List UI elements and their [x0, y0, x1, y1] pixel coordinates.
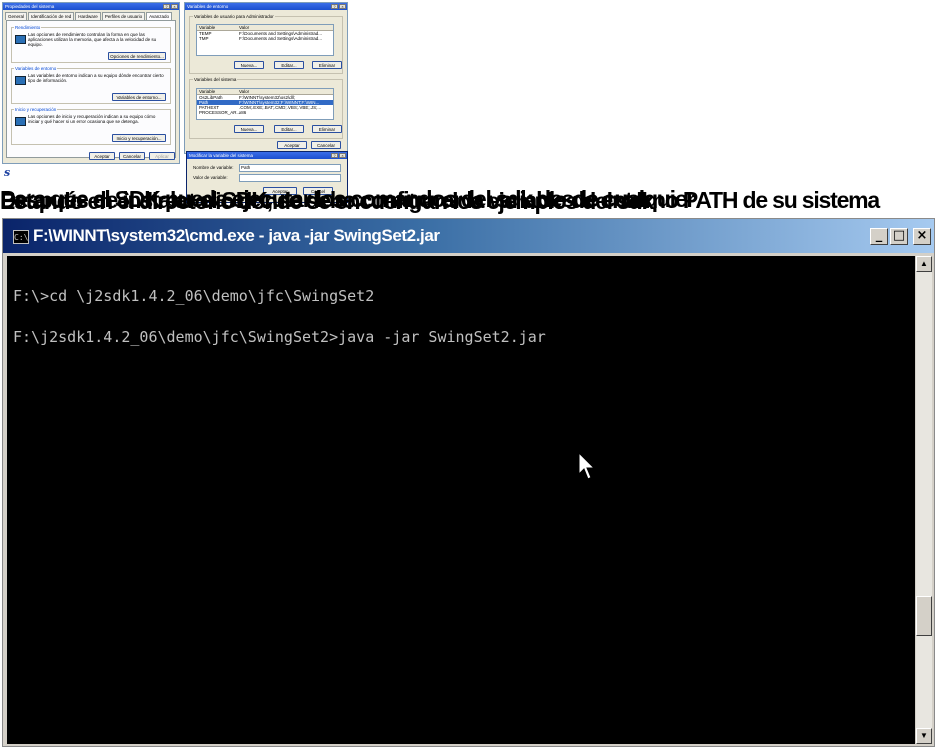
environment-variables-description: Las variables de entorno indican a su eq…	[28, 73, 164, 83]
console-line-cd: F:\>cd \j2sdk1.4.2_06\demo\jfc\SwingSet2	[13, 287, 375, 305]
window-controls: _ □ ×	[870, 228, 931, 245]
monitor-icon	[15, 117, 26, 126]
variable-name-row: Nombre de variable: Path	[193, 163, 341, 172]
variable-name-label: Nombre de variable:	[193, 165, 234, 170]
tab-advanced[interactable]: Avanzado	[146, 12, 173, 20]
tab-hardware[interactable]: Hardware	[75, 12, 101, 20]
system-edit-button[interactable]: Editar...	[274, 125, 304, 133]
list-item[interactable]: PROCESSOR_AR... x86	[197, 110, 333, 115]
console-line-java: F:\j2sdk1.4.2_06\demo\jfc\SwingSet2>java…	[13, 328, 546, 346]
user-variables-list[interactable]: Variable Valor TEMP F:\Documents and Set…	[196, 24, 334, 56]
variable-name: PROCESSOR_AR...	[199, 110, 241, 115]
advanced-tab-panel: Rendimiento Las opciones de rendimiento …	[6, 20, 176, 158]
environment-variables-titlebar: Variables de entorno ? ×	[185, 3, 347, 10]
user-new-button[interactable]: Nueva...	[234, 61, 264, 69]
performance-description: Las opciones de rendimiento controlan la…	[28, 32, 157, 47]
variable-name: TMP	[199, 36, 209, 41]
help-icon[interactable]: ?	[331, 153, 338, 158]
environment-variables-group: Variables de entorno Las variables de en…	[11, 66, 171, 104]
column-variable: Variable	[199, 89, 216, 94]
performance-group-title: Rendimiento	[14, 25, 42, 30]
vertical-scrollbar[interactable]: ▲ ▼	[916, 256, 932, 744]
cmd-window: C:\ F:\WINNT\system32\cmd.exe - java -ja…	[2, 218, 935, 747]
variable-value-field[interactable]: F:\system32\Wbem;F:\j2sdk1.4.2_06\bin	[239, 173, 341, 182]
modify-variable-title: Modificar la variable del sistema	[189, 153, 254, 158]
startup-recovery-group: Inicio y recuperación Las opciones de in…	[11, 107, 171, 145]
maximize-icon[interactable]: □	[890, 228, 908, 245]
user-variables-title: Variables de usuario para Administrador	[193, 14, 275, 19]
user-delete-button[interactable]: Eliminar	[312, 61, 342, 69]
close-icon[interactable]: ×	[171, 4, 178, 9]
mouse-pointer-icon	[578, 452, 596, 480]
close-icon[interactable]: ×	[339, 4, 346, 9]
environment-variables-group-title: Variables de entorno	[14, 66, 58, 71]
dialogs-screenshot: Propiedades del sistema ? × General Iden…	[0, 0, 370, 203]
variable-value: F:\Documents and Settings\Administrad...	[239, 36, 323, 41]
variable-value-label: Valor de variable:	[193, 175, 228, 180]
variable-value-row: Valor de variable: F:\system32\Wbem;F:\j…	[193, 173, 341, 182]
console-output[interactable]: F:\>cd \j2sdk1.4.2_06\demo\jfc\SwingSet2…	[7, 256, 915, 744]
monitor-icon	[15, 35, 26, 44]
caption-line-3: Estando en el directorio donde se encuen…	[0, 188, 654, 214]
scroll-thumb[interactable]	[916, 596, 932, 636]
startup-recovery-button[interactable]: Inicio y recuperación...	[112, 134, 166, 142]
system-new-button[interactable]: Nueva...	[234, 125, 264, 133]
column-value: Valor	[239, 25, 250, 30]
system-properties-dialog: Propiedades del sistema ? × General Iden…	[2, 2, 180, 164]
column-value: Valor	[239, 89, 250, 94]
startup-recovery-group-title: Inicio y recuperación	[14, 107, 58, 112]
list-item[interactable]: TMP F:\Documents and Settings\Administra…	[197, 36, 333, 41]
environment-variables-button[interactable]: Variables de entorno...	[112, 93, 166, 101]
console-icon[interactable]: C:\	[13, 230, 29, 244]
env-cancel-button[interactable]: Cancelar	[311, 141, 341, 149]
scroll-up-icon[interactable]: ▲	[916, 256, 932, 272]
help-icon[interactable]: ?	[331, 4, 338, 9]
tab-strip: General Identificación de red Hardware P…	[3, 10, 179, 20]
minimize-icon[interactable]: _	[870, 228, 888, 245]
ok-button[interactable]: Aceptar	[89, 152, 115, 160]
tab-user-profiles[interactable]: Perfiles de usuario	[101, 12, 146, 20]
tab-general[interactable]: General	[5, 12, 28, 20]
apply-button[interactable]: Aplicar	[149, 152, 175, 160]
system-variables-title: Variables del sistema	[193, 77, 238, 82]
user-edit-button[interactable]: Editar...	[274, 61, 304, 69]
desktop-glyph: s	[4, 166, 11, 179]
environment-variables-title: Variables de entorno	[187, 4, 229, 9]
monitor-icon	[15, 76, 26, 85]
variable-value: x86	[239, 110, 247, 115]
env-ok-button[interactable]: Aceptar	[277, 141, 307, 149]
system-variables-list[interactable]: Variable Valor Os2LibPath F:\WINNT\syste…	[196, 88, 334, 120]
caption-overlap: Para que el SDK pueda ejecutar los coman…	[0, 186, 935, 214]
performance-group: Rendimiento Las opciones de rendimiento …	[11, 25, 171, 63]
system-variables-panel: Variables del sistema Variable Valor Os2…	[189, 77, 343, 139]
modify-variable-titlebar: Modificar la variable del sistema ? ×	[187, 152, 347, 159]
tab-network-id[interactable]: Identificación de red	[28, 12, 75, 20]
system-properties-buttons: Aceptar Cancelar Aplicar	[89, 152, 175, 160]
user-variables-panel: Variables de usuario para Administrador …	[189, 14, 343, 74]
startup-recovery-description: Las opciones de inicio y recuperación in…	[28, 114, 156, 124]
close-icon[interactable]: ×	[339, 153, 346, 158]
help-icon[interactable]: ?	[163, 4, 170, 9]
system-properties-title: Propiedades del sistema	[5, 4, 55, 9]
system-properties-titlebar: Propiedades del sistema ? ×	[3, 3, 179, 10]
cmd-titlebar[interactable]: C:\ F:\WINNT\system32\cmd.exe - java -ja…	[3, 219, 934, 253]
performance-options-button[interactable]: Opciones de rendimiento...	[108, 52, 166, 60]
environment-variables-dialog: Variables de entorno ? × Variables de us…	[184, 2, 348, 154]
system-delete-button[interactable]: Eliminar	[312, 125, 342, 133]
cancel-button[interactable]: Cancelar	[119, 152, 145, 160]
column-variable: Variable	[199, 25, 216, 30]
variable-name-field[interactable]: Path	[239, 163, 341, 172]
scroll-down-icon[interactable]: ▼	[916, 728, 932, 744]
close-icon[interactable]: ×	[913, 228, 931, 245]
cmd-window-title: F:\WINNT\system32\cmd.exe - java -jar Sw…	[33, 226, 440, 245]
